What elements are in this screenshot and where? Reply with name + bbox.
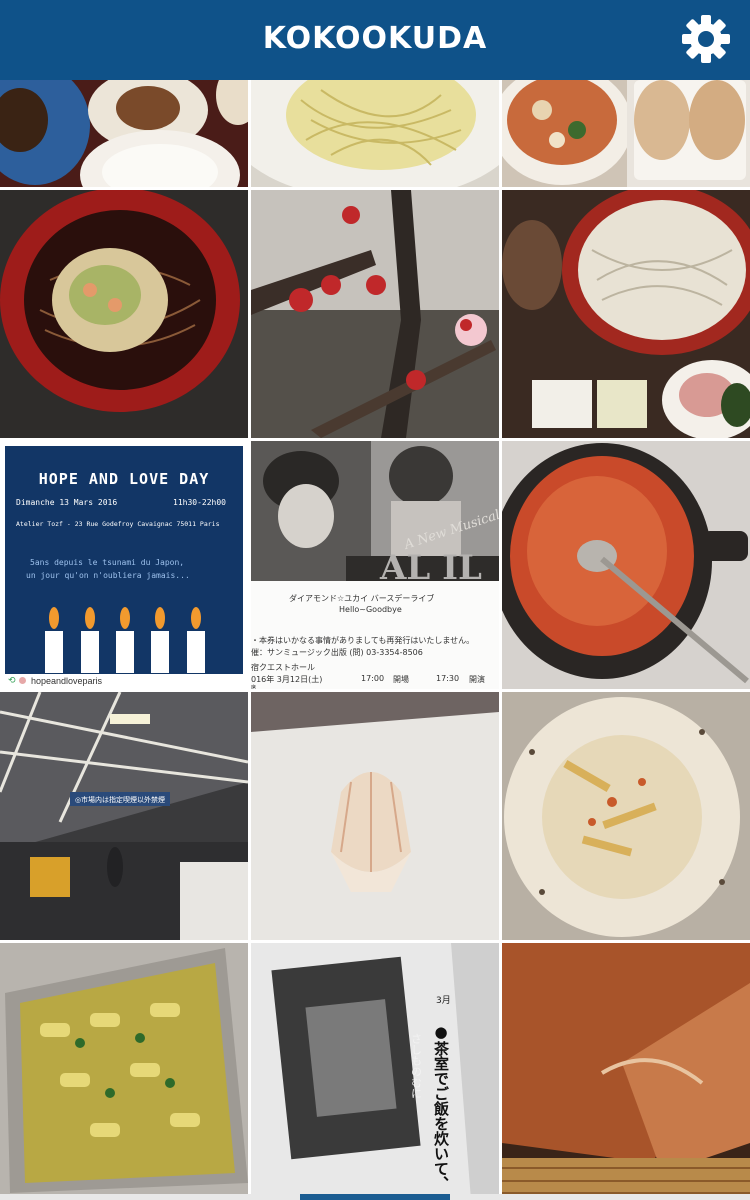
active-tab-indicator <box>300 1194 450 1200</box>
photo-tile[interactable] <box>0 80 248 187</box>
ticket-line1: ダイアモンド☆ユカイ バースデーライブ <box>289 594 435 603</box>
ticket-tile[interactable]: AL IL A New Musical ダイアモンド☆ユカイ バースデーライブ … <box>251 441 499 689</box>
photo-tile[interactable] <box>251 80 499 187</box>
ticket-line7: 席 <box>251 685 257 689</box>
food-photo <box>251 80 499 187</box>
poster-date: Dimanche 13 Mars 2016 <box>16 498 118 507</box>
svg-text:AL IL: AL IL <box>379 548 482 581</box>
ticket-open-time: 17:00 <box>361 674 385 683</box>
food-photo <box>502 190 750 438</box>
bottom-tab-strip <box>0 1194 750 1200</box>
photo-tile[interactable] <box>0 943 248 1200</box>
ticket-poster-image: AL IL A New Musical <box>251 441 499 581</box>
photo-tile[interactable] <box>502 943 750 1200</box>
ticket-start-time: 17:30 <box>436 674 460 683</box>
ticket-open-label: 開場 <box>393 675 409 684</box>
app-header: KOKOOKUDA <box>0 0 750 80</box>
food-photo <box>502 943 750 1200</box>
ticket-line5: 宿クエストホール <box>251 663 315 672</box>
food-photo <box>0 943 248 1200</box>
photo-tile[interactable] <box>251 692 499 940</box>
poster-tile[interactable]: HOPE AND LOVE DAY Dimanche 13 Mars 2016 … <box>0 441 248 689</box>
market-sign: ◎市場内は指定喫煙以外禁煙 <box>75 795 165 804</box>
food-photo <box>0 190 248 438</box>
avatar <box>19 677 26 684</box>
photo-tile[interactable] <box>251 190 499 438</box>
repost-icon: ⟲ <box>8 675 16 685</box>
ticket-line2: Hello~Goodbye <box>339 605 402 614</box>
magazine-photo: 3月 ●茶室でご飯を炊いて、 さしものむに <box>251 943 499 1200</box>
poster-title: HOPE AND LOVE DAY <box>38 470 210 488</box>
ticket-start-label: 開演 <box>469 675 485 684</box>
candles-icon <box>45 607 205 673</box>
food-photo <box>502 441 750 689</box>
photo-grid: HOPE AND LOVE DAY Dimanche 13 Mars 2016 … <box>0 80 750 1200</box>
ticket-line3: ・本券はいかなる事情がありましても再発行はいたしません。 <box>251 636 475 645</box>
photo-tile[interactable] <box>502 692 750 940</box>
food-photo <box>502 80 750 187</box>
magazine-month: 3月 <box>436 995 451 1006</box>
magazine-heading: ●茶室でご飯を炊いて、 <box>432 1023 450 1191</box>
gear-icon[interactable] <box>680 13 732 65</box>
photo-tile[interactable] <box>502 190 750 438</box>
photo-tile[interactable] <box>502 80 750 187</box>
shell-dish-photo <box>251 692 499 940</box>
repost-username[interactable]: hopeandloveparis <box>31 676 102 686</box>
poster-venue: Atelier Tozf - 23 Rue Godefroy Cavaignac… <box>16 520 220 528</box>
magazine-subtitle: さしものむに <box>410 1033 423 1099</box>
market-photo: ◎市場内は指定喫煙以外禁煙 <box>0 692 248 940</box>
photo-tile[interactable] <box>502 441 750 689</box>
food-photo <box>502 692 750 940</box>
photo-tile[interactable]: 3月 ●茶室でご飯を炊いて、 さしものむに <box>251 943 499 1200</box>
photo-tile[interactable] <box>0 190 248 438</box>
poster-line1: 5ans depuis le tsunami du Japon, <box>30 558 185 567</box>
profile-title: KOKOOKUDA <box>262 21 488 56</box>
poster-time: 11h30-22h00 <box>173 498 226 507</box>
ticket-line4: 催：サンミュージック出版 (問) 03-3354-8506 <box>251 648 423 657</box>
flower-photo <box>251 190 499 438</box>
ticket-line6: 016年 3月12日(土) <box>251 675 323 684</box>
photo-tile[interactable]: ◎市場内は指定喫煙以外禁煙 <box>0 692 248 940</box>
food-photo <box>0 80 248 187</box>
poster-line2: un jour qu'on n'oubliera jamais... <box>26 571 190 580</box>
